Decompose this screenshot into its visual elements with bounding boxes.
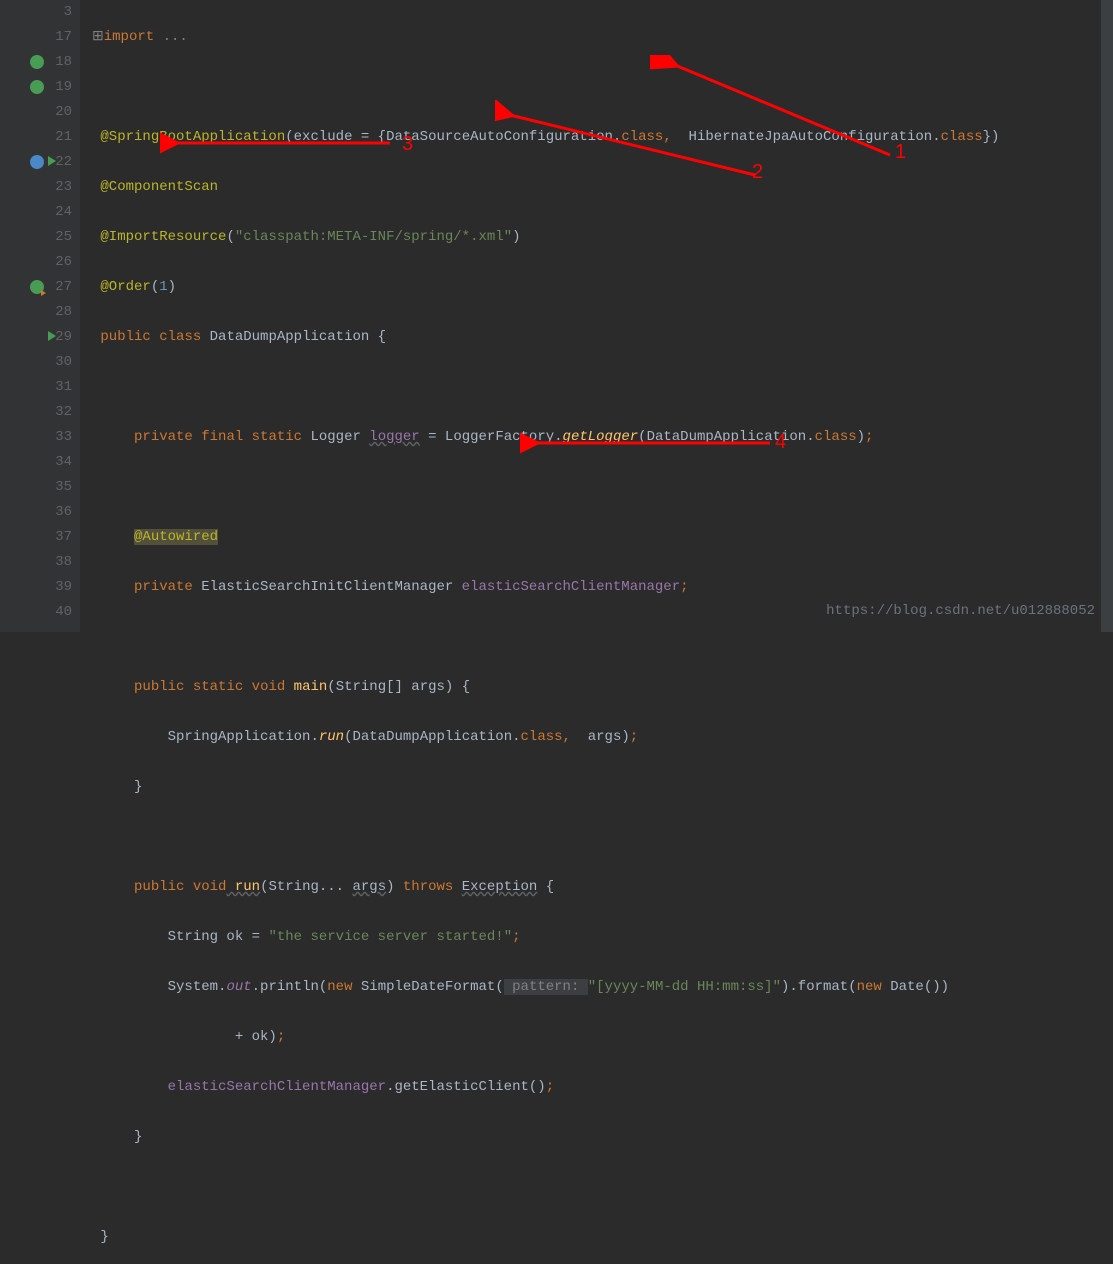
spring-bean-icon[interactable]: [30, 80, 44, 94]
code-line[interactable]: public void run(String... args) throws E…: [92, 875, 1113, 900]
code-line[interactable]: public class DataDumpApplication {: [92, 325, 1113, 350]
code-line[interactable]: System.out.println(new SimpleDateFormat(…: [92, 975, 1113, 1000]
gutter-line[interactable]: 27: [0, 275, 72, 300]
gutter-line[interactable]: 36: [0, 500, 72, 525]
gutter-line[interactable]: 23: [0, 175, 72, 200]
gutter-line[interactable]: 30: [0, 350, 72, 375]
code-line[interactable]: @Autowired: [92, 525, 1113, 550]
code-line[interactable]: [92, 1175, 1113, 1200]
code-line[interactable]: + ok);: [92, 1025, 1113, 1050]
code-line[interactable]: [92, 375, 1113, 400]
autowired-icon[interactable]: [30, 280, 44, 294]
annotation-label-3: 3: [402, 132, 413, 157]
code-line[interactable]: }: [92, 1125, 1113, 1150]
class-icon[interactable]: [30, 155, 44, 169]
gutter-line[interactable]: 31: [0, 375, 72, 400]
gutter-line[interactable]: 21: [0, 125, 72, 150]
gutter-line[interactable]: 28: [0, 300, 72, 325]
annotation-label-1: 1: [895, 140, 906, 165]
code-line[interactable]: [92, 475, 1113, 500]
gutter-line[interactable]: 3: [0, 0, 72, 25]
annotation-label-4: 4: [775, 430, 786, 455]
gutter-line[interactable]: 19: [0, 75, 72, 100]
code-line[interactable]: String ok = "the service server started!…: [92, 925, 1113, 950]
code-line[interactable]: private ElasticSearchInitClientManager e…: [92, 575, 1113, 600]
gutter-line[interactable]: 37: [0, 525, 72, 550]
gutter-line[interactable]: 39: [0, 575, 72, 600]
run-icon[interactable]: [48, 331, 56, 341]
gutter-line[interactable]: 20: [0, 100, 72, 125]
gutter-line[interactable]: 38: [0, 550, 72, 575]
gutter: 3 17 18 19 20 21 22 23 24 25 26 27 28 29…: [0, 0, 80, 632]
code-line[interactable]: @ImportResource("classpath:META-INF/spri…: [92, 225, 1113, 250]
code-line[interactable]: [92, 75, 1113, 100]
code-line[interactable]: }: [92, 775, 1113, 800]
code-line[interactable]: public static void main(String[] args) {: [92, 675, 1113, 700]
code-editor: 3 17 18 19 20 21 22 23 24 25 26 27 28 29…: [0, 0, 1113, 632]
code-line[interactable]: elasticSearchClientManager.getElasticCli…: [92, 1075, 1113, 1100]
gutter-line[interactable]: 24: [0, 200, 72, 225]
spring-bean-icon[interactable]: [30, 55, 44, 69]
code-area[interactable]: ⊞import ... @SpringBootApplication(exclu…: [80, 0, 1113, 632]
annotation-label-2: 2: [752, 160, 763, 185]
run-icon[interactable]: [48, 156, 56, 166]
gutter-line[interactable]: 26: [0, 250, 72, 275]
gutter-line[interactable]: 22: [0, 150, 72, 175]
watermark: https://blog.csdn.net/u012888052: [826, 599, 1095, 624]
gutter-line[interactable]: 34: [0, 450, 72, 475]
gutter-line[interactable]: 35: [0, 475, 72, 500]
gutter-line[interactable]: 40: [0, 600, 72, 625]
code-line[interactable]: SpringApplication.run(DataDumpApplicatio…: [92, 725, 1113, 750]
code-line[interactable]: [92, 825, 1113, 850]
gutter-line[interactable]: 17: [0, 25, 72, 50]
code-line[interactable]: @Order(1): [92, 275, 1113, 300]
code-line[interactable]: @ComponentScan: [92, 175, 1113, 200]
gutter-line[interactable]: 29: [0, 325, 72, 350]
gutter-line[interactable]: 33: [0, 425, 72, 450]
gutter-line[interactable]: 32: [0, 400, 72, 425]
code-line[interactable]: }: [92, 1225, 1113, 1250]
code-line[interactable]: [92, 625, 1113, 650]
scrollbar[interactable]: [1101, 0, 1113, 632]
gutter-line[interactable]: 25: [0, 225, 72, 250]
code-line[interactable]: private final static Logger logger = Log…: [92, 425, 1113, 450]
code-line[interactable]: ⊞import ...: [92, 25, 1113, 50]
gutter-line[interactable]: 18: [0, 50, 72, 75]
code-line[interactable]: @SpringBootApplication(exclude = {DataSo…: [92, 125, 1113, 150]
